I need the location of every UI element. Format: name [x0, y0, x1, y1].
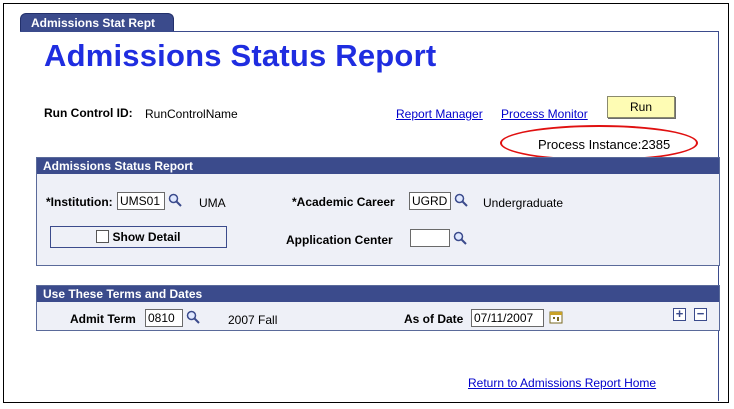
admit-term-label: Admit Term: [70, 312, 136, 326]
as-of-date-label: As of Date: [404, 312, 464, 326]
return-home-link[interactable]: Return to Admissions Report Home: [468, 376, 656, 390]
run-button[interactable]: Run: [607, 96, 675, 118]
page-title: Admissions Status Report: [44, 38, 437, 73]
remove-row-button[interactable]: −: [694, 307, 707, 321]
calendar-icon[interactable]: [549, 310, 563, 324]
application-center-input[interactable]: [410, 229, 450, 247]
tab-underline: [20, 31, 719, 32]
show-detail-button[interactable]: Show Detail: [50, 226, 227, 248]
tab-admissions-stat-rept[interactable]: Admissions Stat Rept: [20, 13, 175, 32]
search-icon[interactable]: [454, 193, 468, 207]
report-manager-link[interactable]: Report Manager: [396, 107, 483, 121]
application-center-label: Application Center: [286, 233, 393, 247]
run-control-value: RunControlName: [145, 107, 238, 121]
admissions-status-report-section: Admissions Status Report: [36, 157, 720, 266]
search-icon[interactable]: [186, 310, 200, 324]
search-icon[interactable]: [453, 231, 467, 245]
search-icon[interactable]: [168, 193, 182, 207]
show-detail-label: Show Detail: [112, 230, 181, 244]
institution-label: *Institution:: [46, 195, 113, 209]
institution-description: UMA: [199, 196, 226, 210]
academic-career-input[interactable]: UGRD: [409, 192, 451, 210]
terms-and-dates-section: Use These Terms and Dates: [36, 285, 720, 331]
section-header: Admissions Status Report: [37, 158, 719, 174]
admit-term-input[interactable]: 0810: [145, 309, 183, 327]
admit-term-description: 2007 Fall: [228, 313, 278, 327]
academic-career-description: Undergraduate: [483, 196, 564, 210]
academic-career-label: *Academic Career: [292, 195, 395, 209]
run-control-label: Run Control ID:: [44, 106, 133, 120]
show-detail-checkbox[interactable]: [96, 230, 110, 243]
as-of-date-input[interactable]: 07/11/2007: [471, 309, 544, 327]
institution-input[interactable]: UMS01: [117, 192, 165, 210]
process-monitor-link[interactable]: Process Monitor: [501, 107, 588, 121]
process-instance-text: Process Instance:2385: [538, 137, 671, 152]
section-header: Use These Terms and Dates: [37, 286, 719, 302]
add-row-button[interactable]: +: [673, 307, 686, 321]
